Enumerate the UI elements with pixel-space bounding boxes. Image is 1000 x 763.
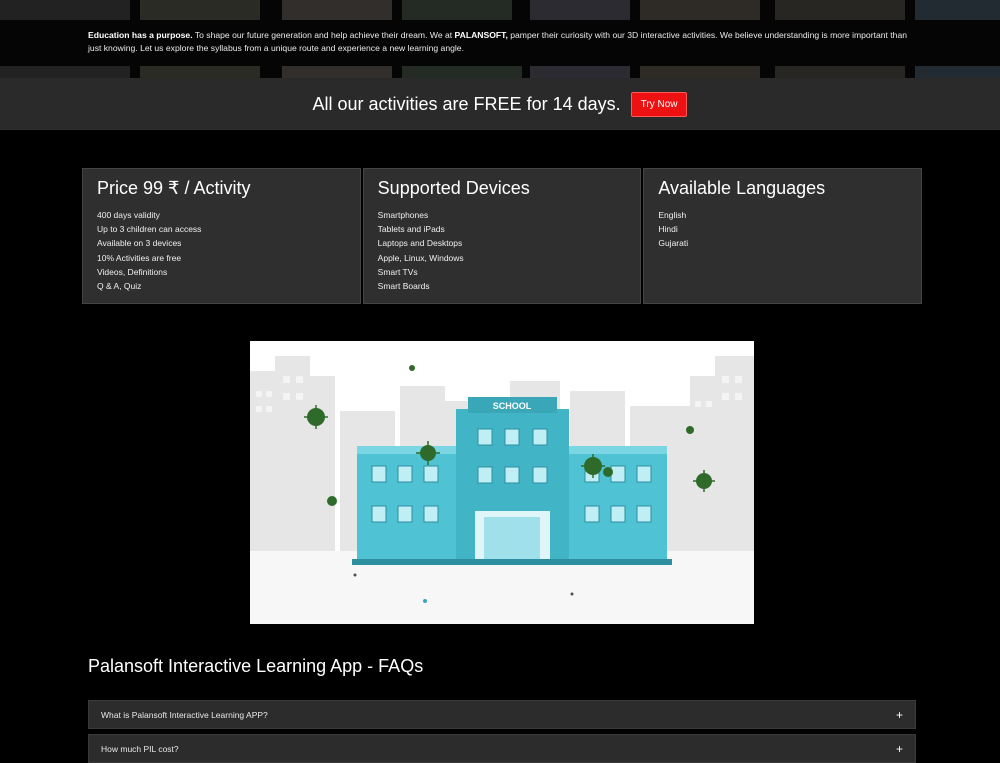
intro-text-1: To shape our future generation and help … — [192, 30, 455, 40]
card-list: Smartphones Tablets and iPads Laptops an… — [378, 208, 627, 293]
card-list: 400 days validity Up to 3 children can a… — [97, 208, 346, 293]
list-item: 10% Activities are free — [97, 252, 182, 263]
faq-question: How much PIL cost? — [101, 743, 179, 754]
price-card: Price 99 ₹ / Activity 400 days validity … — [82, 168, 361, 304]
try-now-button[interactable]: Try Now — [630, 91, 688, 117]
card-title: Available Languages — [658, 178, 826, 198]
faq-question: What is Palansoft Interactive Learning A… — [101, 709, 268, 720]
card-title: Supported Devices — [377, 178, 530, 198]
promo-text: All our activities are FREE for 14 days. — [312, 93, 621, 114]
hero-intro-text: Education has a purpose. To shape our fu… — [88, 29, 918, 55]
promo-bar: All our activities are FREE for 14 days.… — [0, 78, 1000, 130]
plus-icon: + — [895, 707, 903, 722]
devices-card: Supported Devices Smartphones Tablets an… — [362, 168, 642, 304]
list-item: Videos, Definitions — [97, 266, 168, 277]
list-item: Q & A, Quiz — [97, 281, 142, 292]
school-sign: SCHOOL — [493, 401, 532, 411]
list-item: Smart TVs — [377, 266, 418, 277]
intro-bold: Education has a purpose. — [88, 30, 193, 40]
list-item: Up to 3 children can access — [97, 224, 202, 235]
brand-name: PALANSOFT, — [454, 30, 508, 40]
list-item: Smartphones — [377, 210, 429, 220]
school-illustration: SCHOOL — [250, 341, 754, 624]
hero-section: Education has a purpose. To shape our fu… — [0, 0, 1000, 78]
languages-card: Available Languages English Hindi Gujara… — [643, 168, 923, 304]
list-item: Available on 3 devices — [97, 238, 182, 249]
faq-item[interactable]: What is Palansoft Interactive Learning A… — [88, 700, 916, 729]
list-item: English — [658, 210, 687, 220]
list-item: Apple, Linux, Windows — [377, 252, 464, 263]
list-item: Gujarati — [658, 238, 689, 249]
list-item: Smart Boards — [377, 281, 430, 292]
list-item: Tablets and iPads — [377, 224, 445, 235]
list-item: Hindi — [658, 224, 678, 235]
faq-title: Palansoft Interactive Learning App - FAQ… — [88, 656, 424, 676]
feature-cards: Price 99 ₹ / Activity 400 days validity … — [82, 168, 923, 304]
school-illustration-svg: SCHOOL — [250, 356, 754, 624]
card-title: Price 99 ₹ / Activity — [97, 178, 251, 198]
list-item: 400 days validity — [97, 210, 160, 220]
faq-item[interactable]: How much PIL cost? + — [88, 734, 916, 763]
card-list: English Hindi Gujarati — [658, 208, 907, 251]
list-item: Laptops and Desktops — [377, 238, 463, 249]
plus-icon: + — [895, 741, 903, 756]
